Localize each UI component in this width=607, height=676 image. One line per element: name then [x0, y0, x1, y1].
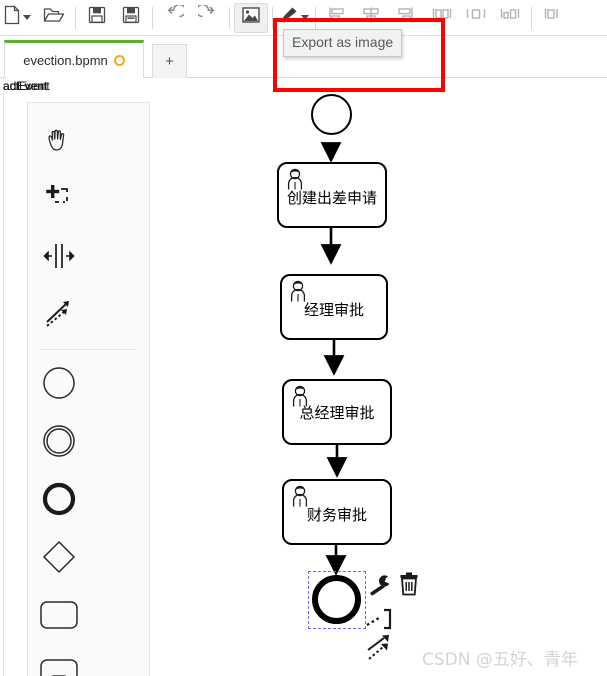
- connect-icon: [366, 635, 396, 668]
- toolbar-divider: [229, 6, 230, 29]
- palette-tools-group: [28, 113, 149, 345]
- palette-space-tool[interactable]: [28, 229, 89, 287]
- lasso-tool-icon: [42, 181, 76, 220]
- palette-global-connect-tool[interactable]: [28, 287, 89, 345]
- new-file-button[interactable]: [0, 3, 34, 33]
- redo-icon: [195, 3, 218, 30]
- toolbar-new-group[interactable]: [0, 3, 34, 33]
- hand-tool-icon: [42, 123, 76, 162]
- palette-start-event[interactable]: [28, 356, 89, 414]
- end-event[interactable]: [312, 575, 361, 624]
- align-right-button[interactable]: [388, 3, 422, 33]
- trash-icon: [398, 572, 420, 600]
- task-finance-approval[interactable]: 财务审批: [282, 479, 392, 545]
- toolbar-divider: [152, 6, 153, 29]
- space-tool-icon: [543, 5, 563, 30]
- toolbar-divider: [75, 6, 76, 29]
- align-center-icon: [361, 5, 381, 30]
- start-event-icon: [41, 365, 77, 406]
- palette-lasso-tool[interactable]: [28, 171, 89, 229]
- distribute-horizontal-icon: [431, 5, 453, 30]
- export-image-icon: [242, 7, 260, 28]
- export-image-button[interactable]: [234, 2, 268, 33]
- align-left-icon: [327, 5, 347, 30]
- open-folder-icon: [43, 6, 65, 29]
- context-pad-wrench[interactable]: [368, 574, 392, 601]
- palette-intermediate-event[interactable]: [28, 414, 89, 472]
- chevron-down-icon: [23, 15, 31, 20]
- canvas-left-edge: [3, 78, 4, 676]
- exclusive-gateway-icon: [41, 539, 77, 580]
- context-pad-connect[interactable]: [366, 634, 396, 669]
- start-event[interactable]: [311, 94, 352, 135]
- paint-format-button[interactable]: [277, 3, 311, 33]
- palette-elements-group: [28, 356, 149, 676]
- chevron-down-icon: [301, 15, 309, 20]
- task-label: 总经理审批: [299, 404, 375, 422]
- toolbar-divider: [531, 6, 532, 29]
- subprocess-icon: [39, 657, 79, 676]
- toolbar-paint-group[interactable]: [277, 3, 311, 33]
- save-as-icon: [122, 6, 140, 29]
- export-image-tooltip: Export as image: [283, 29, 403, 57]
- space-tool-button[interactable]: [536, 3, 570, 33]
- bpmn-palette: [27, 102, 150, 676]
- align-right-icon: [395, 5, 415, 30]
- toolbar-divider: [272, 6, 273, 29]
- palette-hand-tool[interactable]: [28, 113, 89, 171]
- task-label: 经理审批: [303, 301, 364, 319]
- task-label: 创建出差申请: [286, 189, 377, 207]
- new-file-icon: [3, 5, 21, 30]
- save-icon: [88, 6, 106, 29]
- align-center-button[interactable]: [354, 3, 388, 33]
- context-pad-trash[interactable]: [398, 572, 420, 601]
- task-create-request[interactable]: 创建出差申请: [277, 162, 387, 228]
- global-connect-tool-icon: [42, 297, 76, 336]
- ghost-label-layer-2: artEvent: [3, 79, 48, 93]
- palette-divider: [40, 349, 137, 350]
- undo-button[interactable]: [157, 3, 191, 33]
- unsaved-indicator-icon[interactable]: [113, 55, 125, 66]
- tab-label: evection.bpmn: [23, 53, 108, 68]
- redo-button[interactable]: [191, 3, 225, 33]
- save-button[interactable]: [80, 3, 114, 33]
- task-manager-approval[interactable]: 经理审批: [280, 274, 388, 340]
- task-icon: [39, 599, 79, 636]
- end-event-icon: [41, 481, 77, 522]
- save-as-button[interactable]: [114, 3, 148, 33]
- task-general-manager-approval[interactable]: 总经理审批: [282, 379, 392, 445]
- add-tab-button[interactable]: +: [152, 44, 187, 78]
- wrench-icon: [368, 575, 392, 600]
- distribute-center-button[interactable]: [459, 3, 493, 33]
- space-tool-icon: [42, 239, 76, 278]
- undo-icon: [164, 3, 187, 30]
- task-label: 财务审批: [306, 506, 367, 524]
- paint-format-icon: [279, 5, 299, 30]
- open-folder-button[interactable]: [37, 3, 71, 33]
- palette-end-event[interactable]: [28, 472, 89, 530]
- palette-gateway[interactable]: [28, 530, 89, 588]
- intermediate-event-icon: [41, 423, 77, 464]
- align-left-button[interactable]: [320, 3, 354, 33]
- distribute-vertical-icon: [499, 5, 521, 30]
- toolbar-divider: [315, 6, 316, 29]
- watermark: CSDN @五好、青年: [422, 650, 578, 670]
- palette-task[interactable]: [28, 588, 89, 646]
- bpmn-canvas[interactable]: 创建出差申请 经理审批 总经理审批 财务审批: [0, 78, 607, 676]
- distribute-vertical-button[interactable]: [493, 3, 527, 33]
- distribute-horizontal-button[interactable]: [425, 3, 459, 33]
- tab-evection-bpmn[interactable]: evection.bpmn: [4, 40, 144, 78]
- distribute-center-icon: [465, 5, 487, 30]
- palette-subprocess[interactable]: [28, 646, 89, 676]
